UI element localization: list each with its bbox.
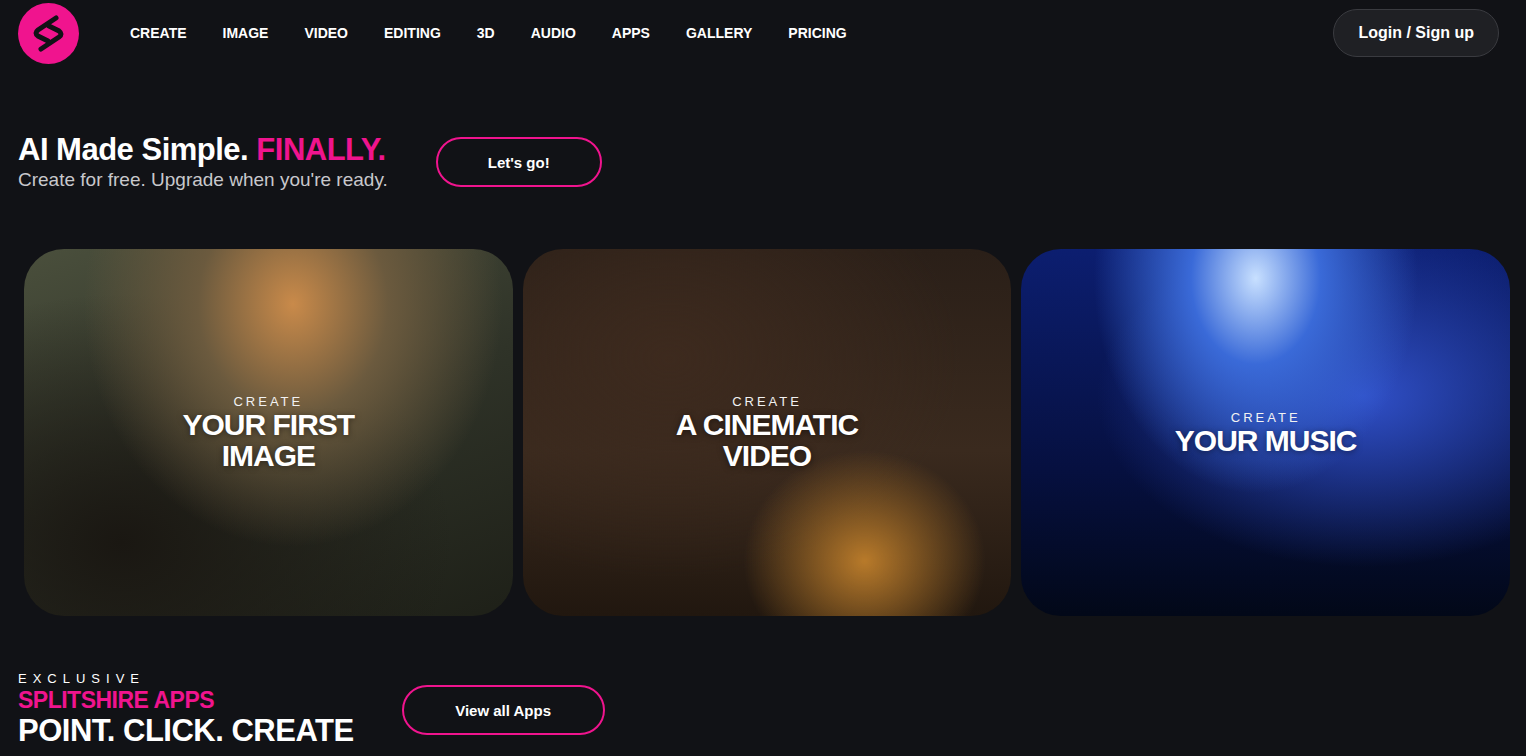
card-eyebrow: CREATE	[1231, 410, 1301, 425]
hero-subtitle: Create for free. Upgrade when you're rea…	[18, 168, 388, 192]
create-card[interactable]: CREATEYOUR FIRST IMAGE	[24, 249, 513, 616]
logo-icon[interactable]	[18, 3, 79, 64]
card-title: YOUR MUSIC	[1175, 425, 1357, 456]
nav-item[interactable]: IMAGE	[223, 25, 269, 41]
nav-item[interactable]: EDITING	[384, 25, 441, 41]
nav-item[interactable]: APPS	[612, 25, 650, 41]
view-apps-button[interactable]: View all Apps	[402, 685, 605, 735]
nav-item[interactable]: VIDEO	[304, 25, 348, 41]
nav-item[interactable]: PRICING	[788, 25, 846, 41]
apps-tagline: POINT. CLICK. CREATE	[18, 713, 354, 749]
card-row: CREATEYOUR FIRST IMAGECREATEA CINEMATIC …	[0, 192, 1526, 616]
hero: AI Made Simple. FINALLY.Create for free.…	[0, 66, 1526, 192]
create-card[interactable]: CREATEYOUR MUSIC	[1021, 249, 1510, 616]
card-title: A CINEMATIC VIDEO	[660, 409, 875, 471]
nav-item[interactable]: 3D	[477, 25, 495, 41]
apps-text: EXCLUSIVESPLITSHIRE APPSPOINT. CLICK. CR…	[18, 671, 354, 749]
nav-item[interactable]: AUDIO	[531, 25, 576, 41]
apps-brand: SPLITSHIRE APPS	[18, 687, 354, 713]
nav-item[interactable]: CREATE	[130, 25, 187, 41]
apps-section: EXCLUSIVESPLITSHIRE APPSPOINT. CLICK. CR…	[0, 616, 1526, 749]
create-card[interactable]: CREATEA CINEMATIC VIDEO	[523, 249, 1012, 616]
top-nav: CREATE IMAGE VIDEO EDITING 3D AUDIO APPS GALLER…	[0, 0, 1526, 66]
hero-title-highlight: FINALLY.	[256, 132, 385, 167]
apps-eyebrow: EXCLUSIVE	[18, 671, 354, 687]
card-eyebrow: CREATE	[732, 394, 802, 409]
nav-menu: CREATE IMAGE VIDEO EDITING 3D AUDIO APPS GALLER…	[130, 25, 1333, 41]
card-title: YOUR FIRST IMAGE	[161, 409, 376, 471]
hero-text: AI Made Simple. FINALLY.Create for free.…	[18, 132, 388, 192]
hero-title-main: AI Made Simple.	[18, 132, 248, 167]
hero-title: AI Made Simple. FINALLY.	[18, 132, 388, 168]
cta-button[interactable]: Let's go!	[436, 137, 602, 187]
card-eyebrow: CREATE	[233, 394, 303, 409]
nav-item[interactable]: GALLERY	[686, 25, 752, 41]
login-button[interactable]: Login / Sign up	[1333, 9, 1499, 57]
